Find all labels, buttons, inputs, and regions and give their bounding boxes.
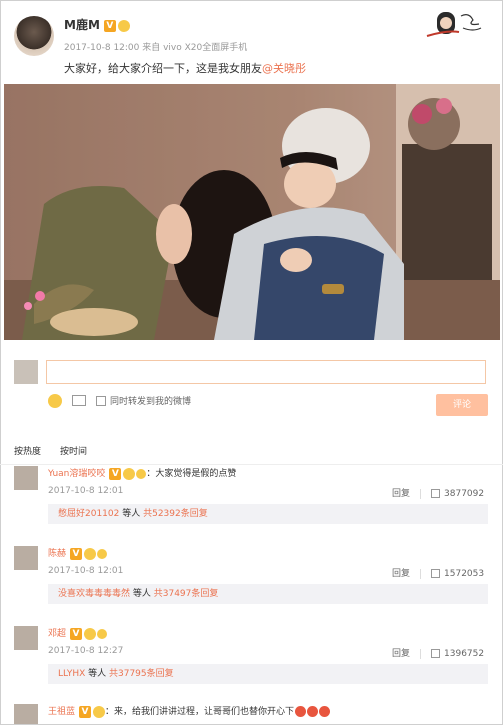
divider: [420, 568, 422, 579]
commenter-avatar[interactable]: [14, 704, 38, 724]
like-icon[interactable]: [431, 489, 441, 498]
like-icon[interactable]: [431, 569, 441, 578]
reply-connector: 等人: [130, 589, 154, 599]
reply-count-link[interactable]: 共37795条回复: [109, 669, 174, 679]
sort-by-time-tab[interactable]: 按时间: [60, 444, 87, 457]
reply-connector: 等人: [85, 669, 109, 679]
verified-v-icon: V: [103, 19, 116, 32]
commenter-avatar[interactable]: [14, 626, 38, 650]
signature-sticker-image: [426, 12, 482, 37]
repost-label: 同时转发到我的微博: [110, 397, 192, 407]
weibo-post: M鹿M V 2017-10-8 12:00 来自 vivo X20全面屏手机 大家…: [0, 0, 503, 340]
commenter-name[interactable]: Yuan溶瑞咬咬: [48, 469, 105, 479]
reply-username[interactable]: 憋屈好201102: [58, 509, 119, 519]
reply-count-link[interactable]: 共37497条回复: [154, 589, 219, 599]
comment-time: 2017-10-8 12:01: [48, 566, 124, 576]
comment-time: 2017-10-8 12:01: [48, 486, 124, 496]
post-meta: 2017-10-8 12:00 来自 vivo X20全面屏手机: [64, 43, 248, 53]
commenter-name[interactable]: 王祖蓝: [48, 707, 75, 717]
comment-time: 2017-10-8 12:27: [48, 646, 124, 656]
verified-v-icon: V: [70, 627, 83, 640]
reply-count-link[interactable]: 共52392条回复: [143, 509, 208, 519]
thumbs-up-emoji-icon: [97, 548, 108, 559]
reply-summary[interactable]: 憋屈好201102 等人 共52392条回复: [48, 504, 488, 524]
angry-emoji-icon: [295, 706, 307, 717]
comment-text: ：大家觉得是假的点赞: [146, 469, 237, 479]
reply-button[interactable]: 回复: [392, 569, 410, 579]
angry-emoji-icon: [319, 706, 331, 717]
image-icon[interactable]: [72, 395, 86, 406]
sort-by-hot-tab[interactable]: 按热度: [14, 444, 41, 457]
comment-header: 邓超 V: [48, 626, 108, 640]
reply-username[interactable]: 没喜欢毒毒毒毒然: [58, 589, 130, 599]
comment-text: ：来，给我们讲讲过程，让哥哥们也替你开心下: [105, 707, 295, 717]
comment-sort-bar: 按热度 按时间: [0, 440, 503, 465]
divider: [420, 488, 422, 499]
comment-header: 陈赫 V: [48, 546, 108, 560]
comment-composer: 同时转发到我的微博 评论: [0, 350, 503, 430]
commenter-name[interactable]: 邓超: [48, 629, 66, 639]
post-photo[interactable]: [4, 84, 500, 340]
angry-emoji-icon: [307, 706, 319, 717]
author-name[interactable]: M鹿M: [64, 18, 100, 32]
reply-summary[interactable]: 没喜欢毒毒毒毒然 等人 共37497条回复: [48, 584, 488, 604]
current-user-avatar[interactable]: [14, 360, 38, 384]
author-line: M鹿M V: [64, 16, 130, 33]
crown-badge-icon: [84, 547, 97, 560]
thumbs-up-emoji-icon: [97, 628, 108, 639]
like-count: 1396752: [444, 649, 485, 659]
post-body: 大家好，给大家介绍一下，这是我女朋友: [64, 62, 262, 75]
emoji-icon[interactable]: [48, 394, 62, 408]
commenter-avatar[interactable]: [14, 466, 38, 490]
comment-actions: 回复 1396752: [392, 646, 484, 659]
crown-badge-icon: [123, 467, 136, 480]
reply-username[interactable]: LLYHX: [58, 669, 85, 679]
reply-button[interactable]: 回复: [392, 489, 410, 499]
reply-connector: 等人: [119, 509, 144, 519]
like-count: 3877092: [444, 489, 485, 499]
reply-button[interactable]: 回复: [392, 649, 410, 659]
reply-summary[interactable]: LLYHX 等人 共37795条回复: [48, 664, 488, 684]
post-text: 大家好，给大家介绍一下，这是我女朋友@关晓彤: [64, 60, 306, 76]
commenter-avatar[interactable]: [14, 546, 38, 570]
comment-input[interactable]: [46, 360, 486, 384]
crown-badge-icon: [84, 627, 97, 640]
commenter-name[interactable]: 陈赫: [48, 549, 66, 559]
verified-v-icon: V: [109, 467, 122, 480]
verified-v-icon: V: [79, 705, 92, 718]
comment-actions: 回复 1572053: [392, 566, 484, 579]
repost-checkbox[interactable]: [96, 396, 106, 406]
panda-emoji-icon: [136, 468, 147, 479]
divider: [420, 648, 422, 659]
like-icon[interactable]: [431, 649, 441, 658]
comment-actions: 回复 3877092: [392, 486, 484, 499]
mention-link[interactable]: @关晓彤: [262, 62, 306, 75]
crown-badge-icon: [117, 19, 130, 32]
author-avatar[interactable]: [14, 16, 54, 56]
like-count: 1572053: [444, 569, 485, 579]
crown-badge-icon: [93, 705, 106, 718]
submit-comment-button[interactable]: 评论: [436, 394, 488, 416]
comment-header: Yuan溶瑞咬咬 V ：大家觉得是假的点赞: [48, 466, 236, 480]
verified-v-icon: V: [70, 547, 83, 560]
comment-header: 王祖蓝 V ：来，给我们讲讲过程，让哥哥们也替你开心下: [48, 704, 331, 718]
